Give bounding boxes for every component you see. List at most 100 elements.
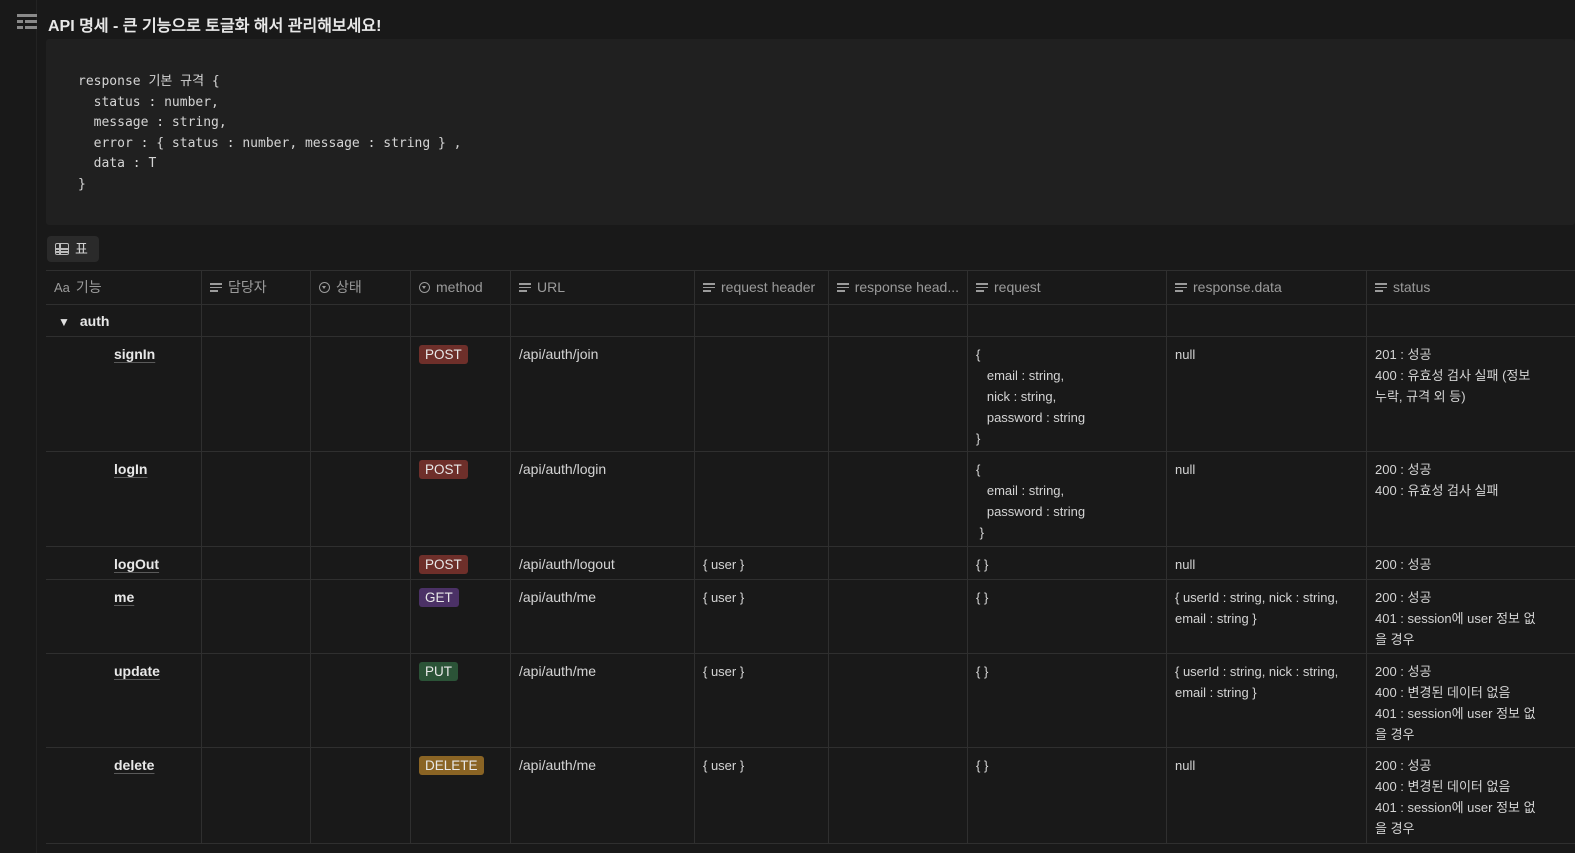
status-code-cell[interactable]: 200 : 성공 400 : 변경된 데이터 없음 401 : session에… bbox=[1366, 654, 1575, 747]
table-row[interactable]: me GET/api/auth/me { user } { } { userId : s… bbox=[46, 580, 1575, 654]
table-row[interactable]: signIn POST/api/auth/join { email : string… bbox=[46, 337, 1575, 452]
column-header-assignee[interactable]: 담당자 bbox=[201, 271, 310, 304]
column-header-url[interactable]: URL bbox=[510, 271, 694, 304]
table-row[interactable]: update PUT/api/auth/me { user } { } { userId… bbox=[46, 654, 1575, 748]
view-tab-table[interactable]: 표 bbox=[47, 236, 99, 262]
response-data-cell[interactable]: null bbox=[1166, 748, 1366, 843]
status-cell[interactable] bbox=[310, 547, 410, 579]
url-cell[interactable]: /api/auth/me bbox=[510, 748, 694, 843]
feature-cell[interactable]: me bbox=[46, 580, 201, 653]
url-cell[interactable]: /api/auth/logout bbox=[510, 547, 694, 579]
table-row[interactable]: delete DELETE/api/auth/me { user } { } null 2… bbox=[46, 748, 1575, 844]
url-text: /api/auth/me bbox=[519, 663, 597, 679]
group-cell[interactable]: ▼ auth bbox=[46, 304, 201, 336]
assignee-cell[interactable] bbox=[201, 547, 310, 579]
url-cell[interactable]: /api/auth/join bbox=[510, 337, 694, 451]
feature-cell[interactable]: logOut bbox=[46, 547, 201, 579]
code-block[interactable]: response 기본 규격 { status : number, messag… bbox=[46, 39, 1575, 225]
url-text: /api/auth/me bbox=[519, 589, 597, 605]
status-cell[interactable] bbox=[310, 452, 410, 546]
column-label: URL bbox=[537, 279, 566, 295]
status-cell[interactable] bbox=[310, 337, 410, 451]
status-code-text: 200 : 성공 401 : session에 user 정보 없 을 경우 bbox=[1375, 590, 1536, 647]
table-row[interactable]: logIn POST/api/auth/login { email : string… bbox=[46, 452, 1575, 547]
column-header-response-data[interactable]: response.data bbox=[1166, 271, 1366, 304]
request-header-text: { user } bbox=[703, 758, 745, 773]
response-data-cell[interactable]: { userId : string, nick : string, email … bbox=[1166, 654, 1366, 747]
status-code-cell[interactable]: 200 : 성공 400 : 변경된 데이터 없음 401 : session에… bbox=[1366, 748, 1575, 843]
response-header-cell[interactable] bbox=[828, 547, 967, 579]
status-code-cell[interactable]: 200 : 성공 401 : session에 user 정보 없 을 경우 bbox=[1366, 580, 1575, 653]
status-code-cell[interactable]: 201 : 성공 400 : 유효성 검사 실패 (정보 누락, 규격 외 등) bbox=[1366, 337, 1575, 451]
request-header-cell[interactable]: { user } bbox=[694, 748, 828, 843]
method-cell[interactable]: POST bbox=[410, 337, 510, 451]
request-cell[interactable]: { } bbox=[967, 748, 1166, 843]
url-cell[interactable]: /api/auth/me bbox=[510, 654, 694, 747]
column-label: response.data bbox=[1193, 279, 1282, 295]
status-code-cell[interactable]: 200 : 성공 bbox=[1366, 547, 1575, 579]
assignee-cell[interactable] bbox=[201, 654, 310, 747]
response-header-cell[interactable] bbox=[828, 337, 967, 451]
column-header-response-header[interactable]: response head... bbox=[828, 271, 967, 304]
table-row[interactable]: logOut POST/api/auth/logout { user } { } nul… bbox=[46, 547, 1575, 580]
feature-cell[interactable]: signIn bbox=[46, 337, 201, 451]
response-header-cell[interactable] bbox=[828, 452, 967, 546]
feature-name[interactable]: logOut bbox=[54, 556, 159, 572]
assignee-cell[interactable] bbox=[201, 337, 310, 451]
request-cell[interactable]: { email : string, password : string } bbox=[967, 452, 1166, 546]
request-cell[interactable]: { email : string, nick : string, passwor… bbox=[967, 337, 1166, 451]
request-cell[interactable]: { } bbox=[967, 547, 1166, 579]
response-header-cell[interactable] bbox=[828, 580, 967, 653]
feature-name[interactable]: update bbox=[54, 663, 160, 679]
response-data-cell[interactable]: null bbox=[1166, 547, 1366, 579]
request-header-cell[interactable]: { user } bbox=[694, 547, 828, 579]
column-header-status[interactable]: 상태 bbox=[310, 271, 410, 304]
method-cell[interactable]: POST bbox=[410, 452, 510, 546]
request-header-cell[interactable]: { user } bbox=[694, 654, 828, 747]
response-data-cell[interactable]: null bbox=[1166, 337, 1366, 451]
status-cell[interactable] bbox=[310, 580, 410, 653]
response-data-cell[interactable]: null bbox=[1166, 452, 1366, 546]
method-cell[interactable]: PUT bbox=[410, 654, 510, 747]
method-cell[interactable]: POST bbox=[410, 547, 510, 579]
feature-name[interactable]: signIn bbox=[54, 346, 155, 362]
assignee-cell[interactable] bbox=[201, 452, 310, 546]
column-header-request-header[interactable]: request header bbox=[694, 271, 828, 304]
url-text: /api/auth/logout bbox=[519, 556, 615, 572]
response-header-cell[interactable] bbox=[828, 654, 967, 747]
request-header-cell[interactable]: { user } bbox=[694, 580, 828, 653]
request-header-text: { user } bbox=[703, 557, 745, 572]
status-code-cell[interactable]: 200 : 성공 400 : 유효성 검사 실패 bbox=[1366, 452, 1575, 546]
method-cell[interactable]: GET bbox=[410, 580, 510, 653]
response-data-cell[interactable]: { userId : string, nick : string, email … bbox=[1166, 580, 1366, 653]
feature-cell[interactable]: delete bbox=[46, 748, 201, 843]
url-cell[interactable]: /api/auth/login bbox=[510, 452, 694, 546]
column-header-status-code[interactable]: status bbox=[1366, 271, 1575, 304]
response-header-cell[interactable] bbox=[828, 748, 967, 843]
group-row-auth[interactable]: ▼ auth bbox=[46, 304, 1575, 337]
feature-name[interactable]: delete bbox=[54, 757, 154, 773]
request-header-cell[interactable] bbox=[694, 337, 828, 451]
method-cell[interactable]: DELETE bbox=[410, 748, 510, 843]
request-header-cell[interactable] bbox=[694, 452, 828, 546]
assignee-cell[interactable] bbox=[201, 748, 310, 843]
method-tag: POST bbox=[419, 460, 468, 479]
table-icon bbox=[55, 243, 69, 255]
status-cell[interactable] bbox=[310, 654, 410, 747]
feature-name[interactable]: logIn bbox=[54, 461, 147, 477]
feature-cell[interactable]: update bbox=[46, 654, 201, 747]
request-cell[interactable]: { } bbox=[967, 580, 1166, 653]
feature-name[interactable]: me bbox=[54, 589, 134, 605]
column-header-method[interactable]: method bbox=[410, 271, 510, 304]
toggle-triangle-icon[interactable]: ▼ bbox=[58, 315, 70, 329]
column-header-request[interactable]: request bbox=[967, 271, 1166, 304]
column-label: request header bbox=[721, 279, 816, 295]
select-icon bbox=[419, 282, 430, 293]
feature-cell[interactable]: logIn bbox=[46, 452, 201, 546]
assignee-cell[interactable] bbox=[201, 580, 310, 653]
url-cell[interactable]: /api/auth/me bbox=[510, 580, 694, 653]
request-cell[interactable]: { } bbox=[967, 654, 1166, 747]
status-cell[interactable] bbox=[310, 748, 410, 843]
code-text: response 기본 규격 { status : number, messag… bbox=[78, 74, 462, 192]
column-header-feature[interactable]: Aa 기능 bbox=[46, 271, 201, 304]
